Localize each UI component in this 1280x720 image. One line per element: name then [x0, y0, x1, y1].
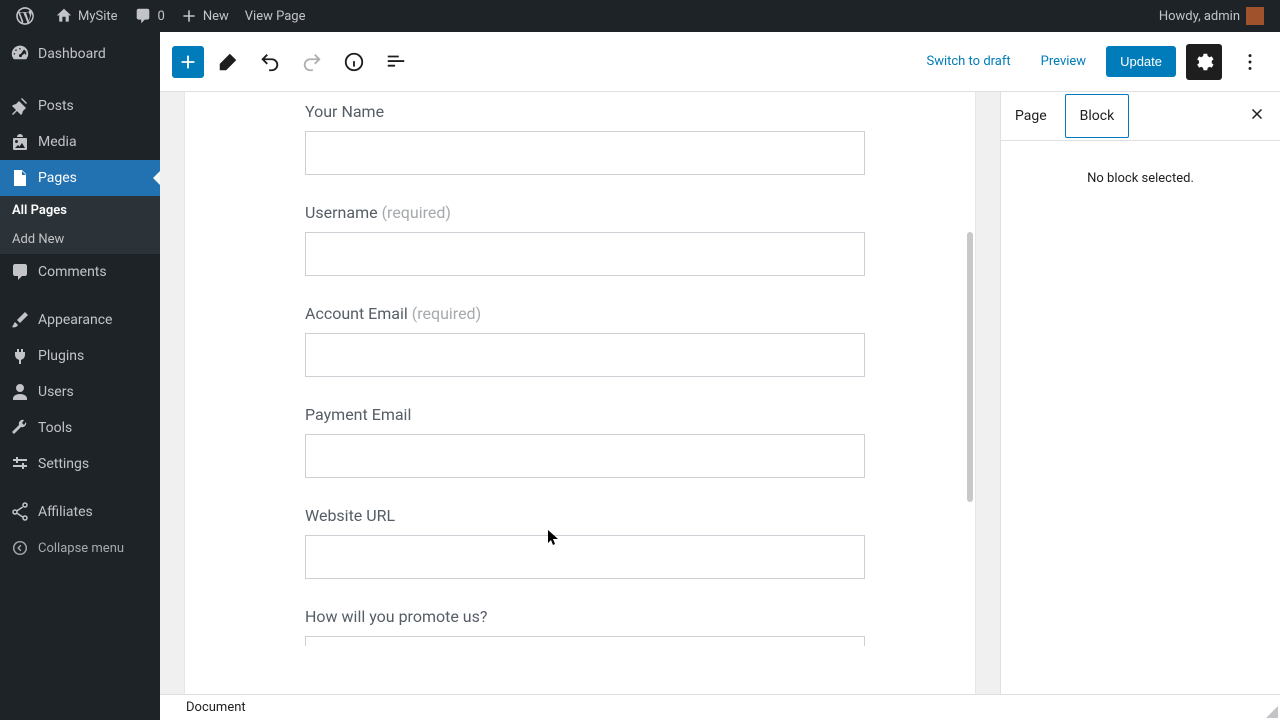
wrench-icon	[10, 418, 30, 438]
menu-label: Tools	[38, 420, 72, 436]
tab-page[interactable]: Page	[1001, 95, 1061, 137]
new-label: New	[203, 9, 229, 24]
dashboard-icon	[10, 44, 30, 64]
home-icon	[56, 8, 72, 24]
undo-button[interactable]	[252, 44, 288, 80]
menu-pages[interactable]: Pages	[0, 160, 160, 196]
admin-bar: MySite 0 New View Page Howdy, admin	[0, 0, 1280, 32]
form-field: Account Email (required)	[305, 304, 865, 377]
menu-label: Comments	[38, 264, 107, 280]
form-field: Payment Email	[305, 405, 865, 478]
pages-icon	[10, 168, 30, 188]
media-icon	[10, 132, 30, 152]
submenu-pages: All Pages Add New	[0, 196, 160, 254]
form-text-input[interactable]	[305, 434, 865, 478]
breadcrumb[interactable]: Document	[186, 700, 246, 715]
outline-button[interactable]	[378, 44, 414, 80]
close-sidebar-button[interactable]	[1234, 105, 1280, 128]
form-field-label: Payment Email	[305, 405, 865, 424]
editor: Switch to draft Preview Update Your Name…	[160, 32, 1280, 720]
collapse-menu[interactable]: Collapse menu	[0, 530, 160, 566]
menu-plugins[interactable]: Plugins	[0, 338, 160, 374]
site-name: MySite	[78, 9, 118, 24]
share-icon	[10, 502, 30, 522]
tools-edit-button[interactable]	[210, 44, 246, 80]
options-menu-button[interactable]	[1232, 44, 1268, 80]
settings-sidebar: Page Block No block selected.	[1000, 92, 1280, 694]
submenu-add-new[interactable]: Add New	[0, 225, 160, 254]
menu-media[interactable]: Media	[0, 124, 160, 160]
form-field: How will you promote us?	[305, 607, 865, 646]
add-block-button[interactable]	[172, 46, 204, 78]
submenu-all-pages[interactable]: All Pages	[0, 196, 160, 225]
menu-tools[interactable]: Tools	[0, 410, 160, 446]
menu-comments[interactable]: Comments	[0, 254, 160, 290]
user-icon	[10, 382, 30, 402]
preview-button[interactable]: Preview	[1031, 48, 1096, 75]
switch-to-draft-button[interactable]: Switch to draft	[916, 48, 1020, 75]
menu-label: Dashboard	[38, 46, 106, 62]
form-field-label: How will you promote us?	[305, 607, 865, 626]
tab-block[interactable]: Block	[1065, 94, 1130, 138]
menu-label: Plugins	[38, 348, 84, 364]
menu-settings[interactable]: Settings	[0, 446, 160, 482]
form-field-label: Username (required)	[305, 203, 865, 222]
wordpress-icon	[16, 7, 34, 25]
comments-menu[interactable]: 0	[126, 0, 173, 32]
menu-label: Collapse menu	[38, 541, 124, 556]
pin-icon	[10, 96, 30, 116]
menu-label: Affiliates	[38, 504, 93, 520]
menu-appearance[interactable]: Appearance	[0, 302, 160, 338]
view-page-link[interactable]: View Page	[237, 0, 314, 32]
menu-label: Users	[38, 384, 74, 400]
menu-label: Settings	[38, 456, 89, 472]
form-text-input[interactable]	[305, 333, 865, 377]
scrollbar-thumb[interactable]	[967, 232, 973, 502]
editor-canvas-region: Your Name Username (required) Account Emai…	[160, 92, 1000, 694]
menu-dashboard[interactable]: Dashboard	[0, 32, 160, 76]
view-page-label: View Page	[245, 9, 306, 24]
menu-users[interactable]: Users	[0, 374, 160, 410]
new-content-menu[interactable]: New	[173, 0, 237, 32]
menu-label: Media	[38, 134, 77, 150]
comment-icon	[134, 7, 152, 25]
form-field: Username (required)	[305, 203, 865, 276]
settings-toggle-button[interactable]	[1186, 44, 1222, 80]
redo-button[interactable]	[294, 44, 330, 80]
menu-label: Appearance	[38, 312, 112, 328]
editor-canvas[interactable]: Your Name Username (required) Account Emai…	[185, 92, 975, 694]
brush-icon	[10, 310, 30, 330]
form-field-label: Website URL	[305, 506, 865, 525]
sliders-icon	[10, 454, 30, 474]
howdy-text: Howdy, admin	[1159, 9, 1240, 24]
menu-posts[interactable]: Posts	[0, 88, 160, 124]
resize-grip-icon	[1264, 704, 1278, 718]
form-field-label: Account Email (required)	[305, 304, 865, 323]
avatar	[1246, 7, 1264, 25]
admin-side-menu: Dashboard Posts Media Pages All Pages Ad…	[0, 32, 160, 720]
form-field-label: Your Name	[305, 102, 865, 121]
menu-affiliates[interactable]: Affiliates	[0, 494, 160, 530]
form-text-input[interactable]	[305, 636, 865, 646]
menu-label: Pages	[38, 170, 77, 186]
site-name-menu[interactable]: MySite	[48, 0, 126, 32]
form-text-input[interactable]	[305, 232, 865, 276]
form-field: Your Name	[305, 102, 865, 175]
form-field: Website URL	[305, 506, 865, 579]
collapse-icon	[10, 538, 30, 558]
plus-icon	[181, 8, 197, 24]
update-button[interactable]: Update	[1106, 46, 1176, 77]
form-text-input[interactable]	[305, 131, 865, 175]
details-button[interactable]	[336, 44, 372, 80]
comments-count: 0	[158, 9, 165, 24]
editor-toolbar: Switch to draft Preview Update	[160, 32, 1280, 92]
account-menu[interactable]: Howdy, admin	[1151, 0, 1272, 32]
editor-footer: Document	[160, 694, 1280, 720]
comment-icon	[10, 262, 30, 282]
menu-label: Posts	[38, 98, 74, 114]
wp-logo-menu[interactable]	[8, 0, 48, 32]
form-text-input[interactable]	[305, 535, 865, 579]
plug-icon	[10, 346, 30, 366]
no-block-message: No block selected.	[1001, 140, 1280, 216]
